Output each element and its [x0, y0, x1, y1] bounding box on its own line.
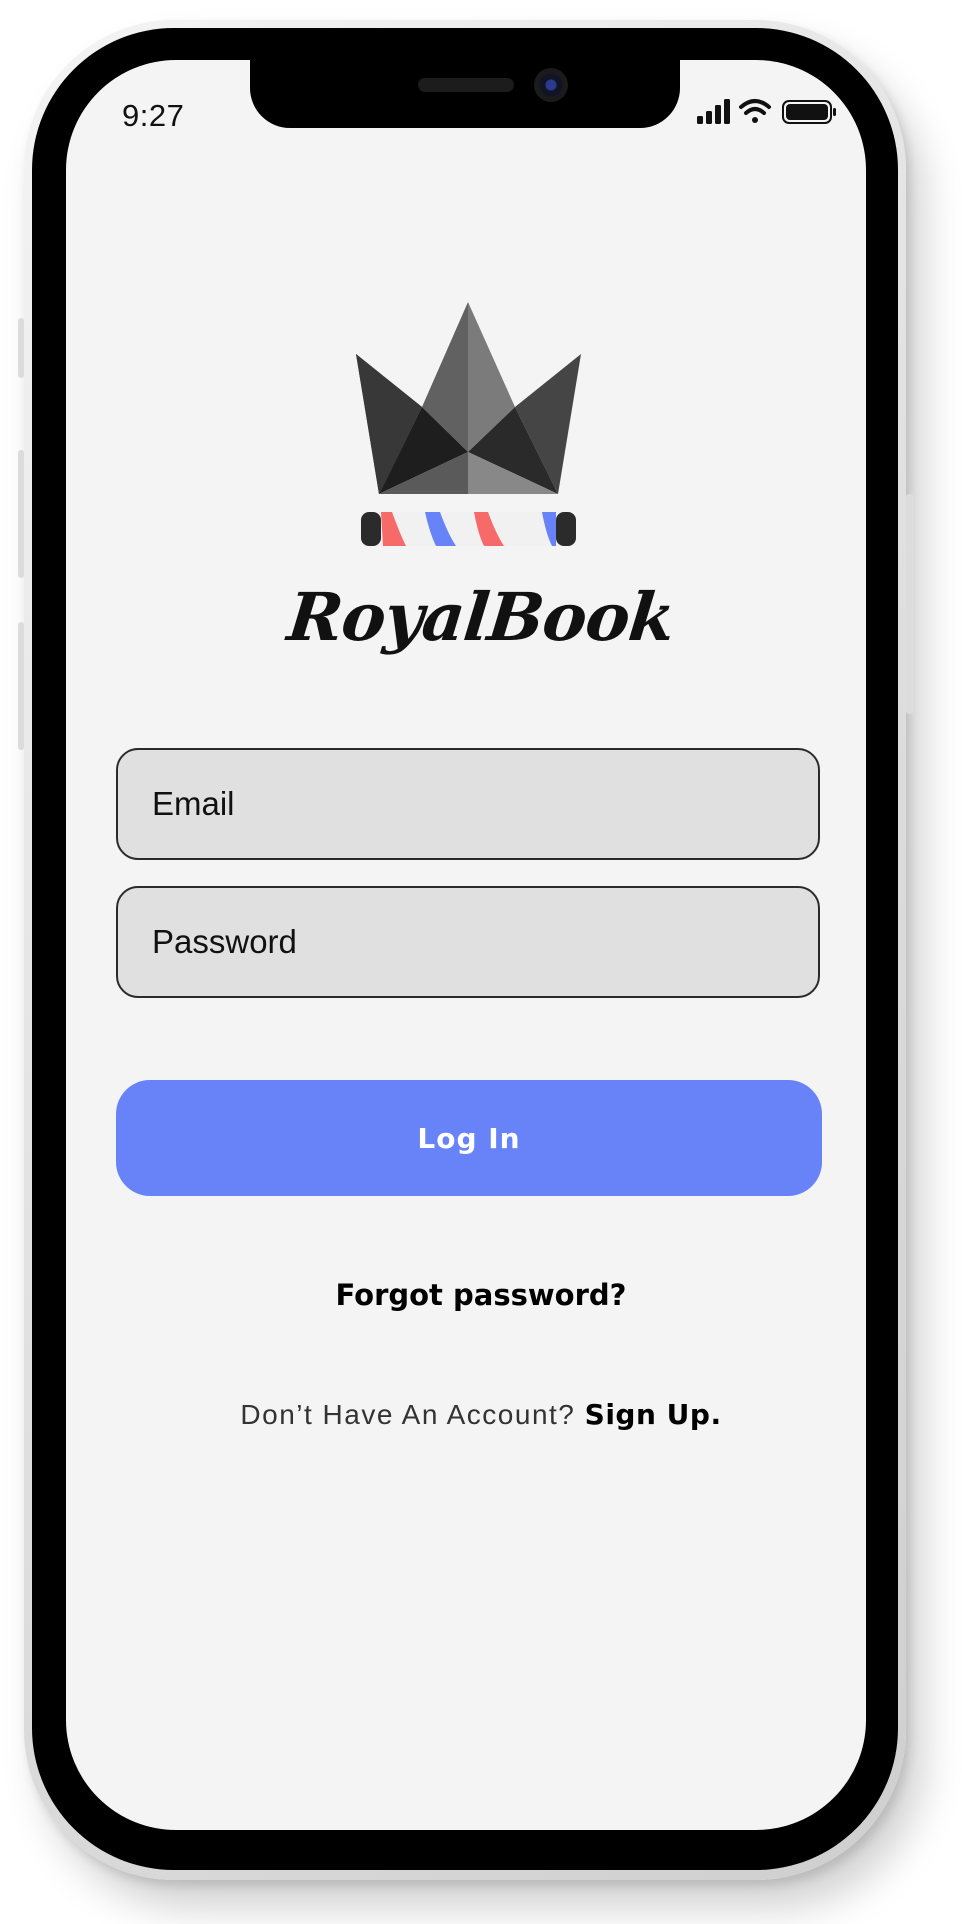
crown-logo-icon	[356, 302, 581, 546]
phone-notch	[250, 60, 680, 128]
volume-up-button	[18, 318, 24, 378]
password-field[interactable]	[116, 886, 820, 998]
signup-prompt-row: Don’t Have An Account? Sign Up.	[0, 1398, 962, 1431]
signup-link[interactable]: Sign Up.	[585, 1398, 722, 1431]
email-field[interactable]	[116, 748, 820, 860]
status-time: 9:27	[122, 98, 185, 133]
signup-prompt-text: Don’t Have An Account?	[240, 1399, 576, 1430]
battery-icon	[782, 100, 836, 124]
app-title: RoyalBook	[284, 578, 678, 656]
front-camera	[534, 68, 568, 102]
volume-down-button	[18, 450, 24, 578]
app-screenshot: 9:27 RoyalBook Email Log In Forgot passw…	[0, 0, 962, 1924]
status-icons	[697, 99, 836, 124]
login-button[interactable]: Log In	[116, 1080, 822, 1196]
wifi-icon	[739, 99, 771, 123]
earpiece-speaker	[418, 78, 514, 92]
signal-icon	[697, 99, 730, 124]
forgot-password-link[interactable]: Forgot password?	[0, 1278, 962, 1312]
